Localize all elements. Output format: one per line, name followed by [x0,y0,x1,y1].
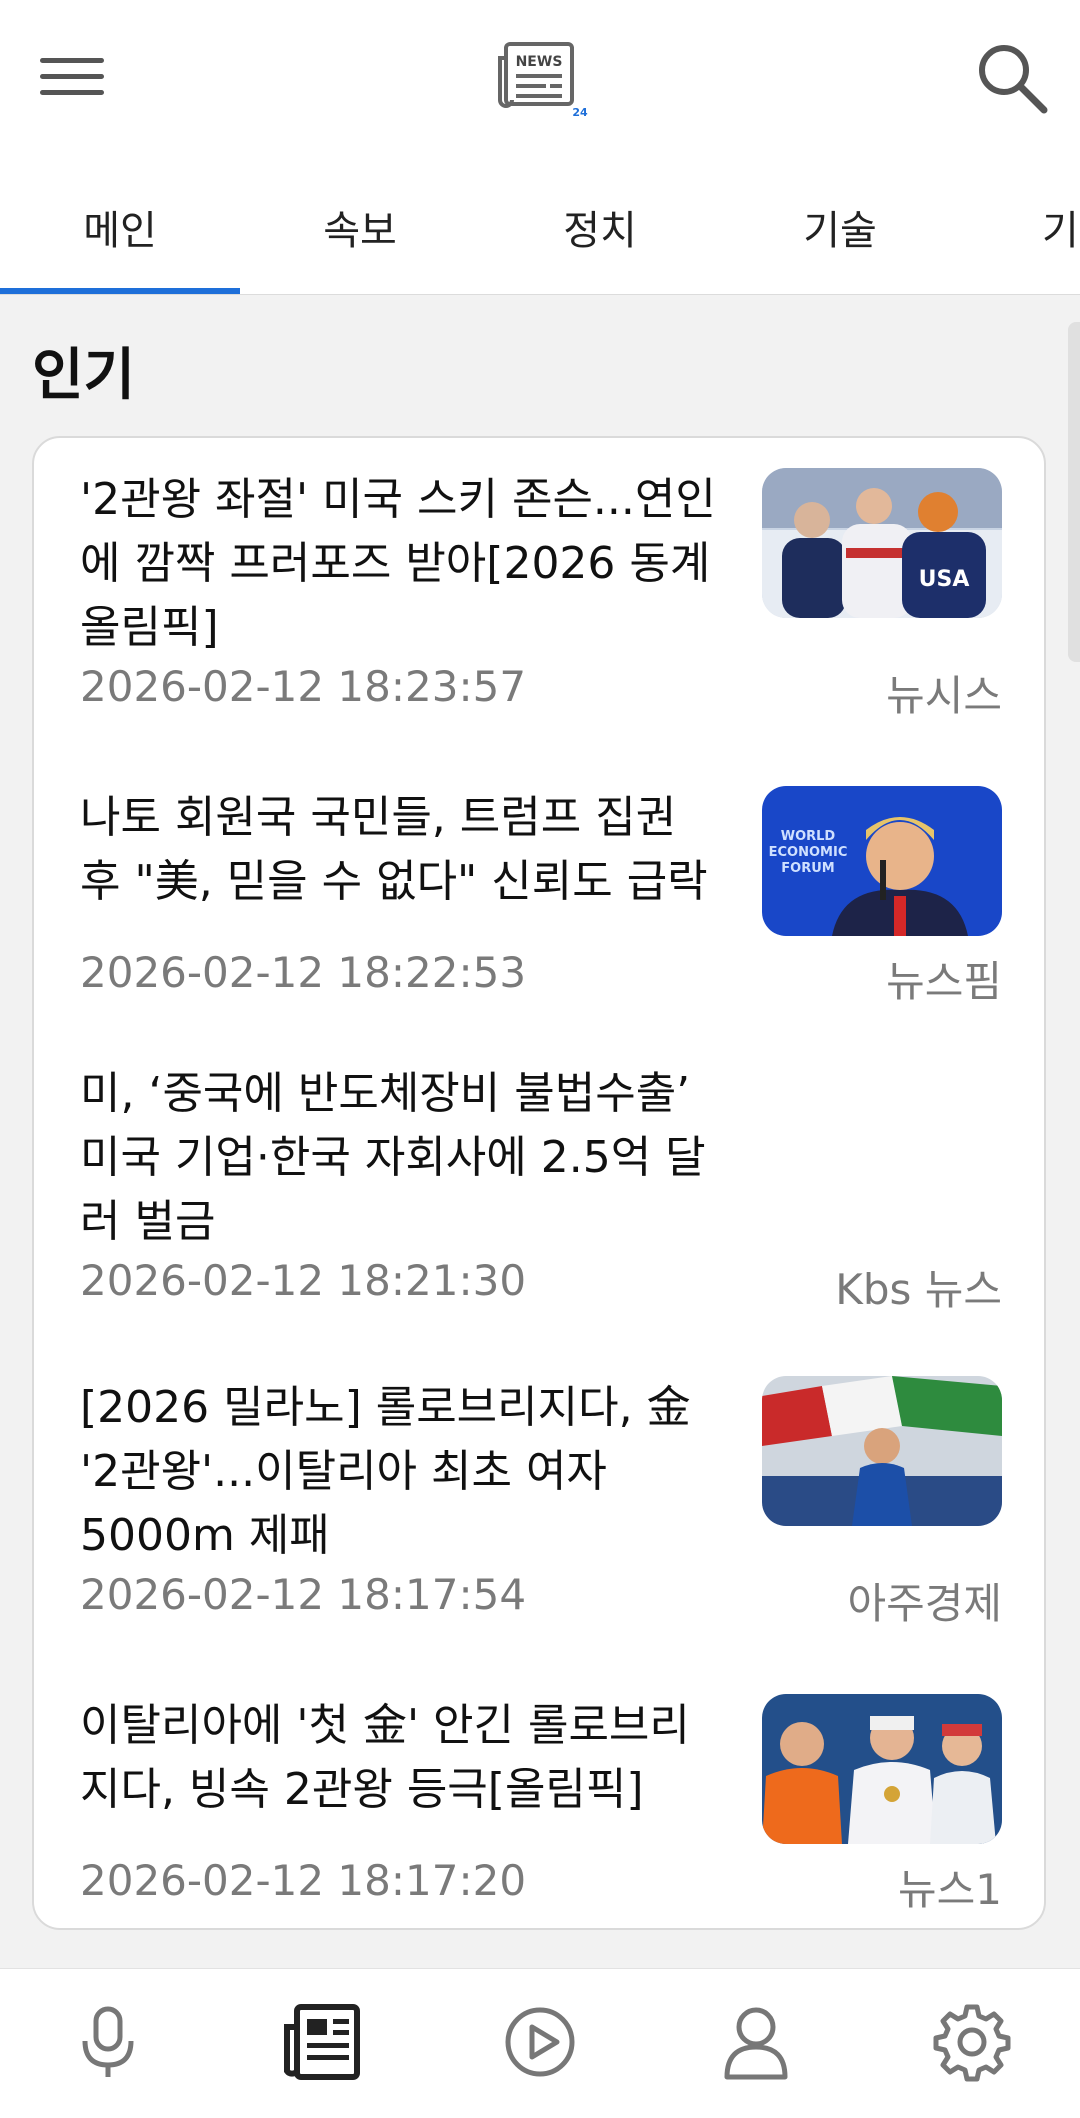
tab-main[interactable]: 메인 [0,160,240,294]
tab-label: 메인 [83,208,157,254]
list-item[interactable]: 이탈리아에 '첫 金' 안긴 롤로브리지다, 빙속 2관왕 등극[올림픽] 20… [80,1694,1002,1914]
svg-text:24: 24 [572,106,588,118]
tab-label: 정치 [563,208,637,254]
bottom-nav [0,1968,1080,2118]
svg-text:FORUM: FORUM [781,861,834,876]
scroll-indicator[interactable] [1068,322,1080,662]
tab-breaking[interactable]: 속보 [240,160,480,294]
article-thumbnail: USA [762,468,1002,618]
article-title: 나토 회원국 국민들, 트럼프 집권 후 "美, 믿을 수 없다" 신뢰도 급락 [80,792,708,907]
tab-politics[interactable]: 정치 [480,160,720,294]
article-source: 뉴스1 [897,1865,1002,1914]
section-title: 인기 [32,343,136,408]
category-tabs: 메인 속보 정치 기술 기 [0,160,1080,295]
article-thumbnail [762,1376,1002,1526]
news-logo-icon: NEWS 24 [498,42,588,118]
app-bar: NEWS 24 [0,0,1080,160]
list-item[interactable]: [2026 밀라노] 롤로브리지다, 金 '2관왕'...이탈리아 최초 여자 … [80,1376,1002,1646]
article-time: 2026-02-12 18:17:20 [80,1856,527,1905]
list-item[interactable]: 미, ‘중국에 반도체장비 불법수출’ 미국 기업·한국 자회사에 2.5억 달… [80,1062,1002,1332]
article-title: 미, ‘중국에 반도체장비 불법수출’ 미국 기업·한국 자회사에 2.5억 달… [80,1068,706,1247]
article-title: [2026 밀라노] 롤로브리지다, 金 '2관왕'...이탈리아 최초 여자 … [80,1382,691,1561]
person-icon[interactable] [711,1997,801,2087]
article-time: 2026-02-12 18:23:57 [80,662,527,711]
svg-text:WORLD: WORLD [781,829,836,844]
tab-partial[interactable]: 기 [960,160,1080,294]
article-source: Kbs 뉴스 [835,1265,1002,1314]
gear-icon[interactable] [927,1997,1017,2087]
article-time: 2026-02-12 18:21:30 [80,1256,527,1305]
tab-label: 속보 [323,208,397,254]
tab-label: 기 [1042,208,1079,254]
newspaper-icon[interactable] [279,1997,369,2087]
list-item[interactable]: '2관왕 좌절' 미국 스키 존슨...연인에 깜짝 프러포즈 받아[2026 … [80,468,1002,738]
svg-text:NEWS: NEWS [516,54,563,70]
article-title: 이탈리아에 '첫 金' 안긴 롤로브리지다, 빙속 2관왕 등극[올림픽] [80,1700,690,1815]
tab-label: 기술 [803,208,877,254]
svg-text:USA: USA [919,567,970,592]
svg-text:ECONOMIC: ECONOMIC [769,845,848,860]
article-source: 아주경제 [847,1579,1002,1628]
play-icon[interactable] [495,1997,585,2087]
tab-tech[interactable]: 기술 [720,160,960,294]
hamburger-menu-icon[interactable] [36,50,108,102]
article-source: 뉴시스 [886,671,1002,720]
article-thumbnail [762,1694,1002,1844]
search-icon[interactable] [972,38,1052,118]
article-time: 2026-02-12 18:22:53 [80,948,527,997]
article-time: 2026-02-12 18:17:54 [80,1570,527,1619]
article-thumbnail: WORLD ECONOMIC FORUM [762,786,1002,936]
article-title: '2관왕 좌절' 미국 스키 존슨...연인에 깜짝 프러포즈 받아[2026 … [80,474,716,653]
popular-news-card: '2관왕 좌절' 미국 스키 존슨...연인에 깜짝 프러포즈 받아[2026 … [32,436,1046,1930]
list-item[interactable]: 나토 회원국 국민들, 트럼프 집권 후 "美, 믿을 수 없다" 신뢰도 급락… [80,786,1002,1006]
article-source: 뉴스핌 [886,957,1002,1006]
microphone-icon[interactable] [63,1997,153,2087]
